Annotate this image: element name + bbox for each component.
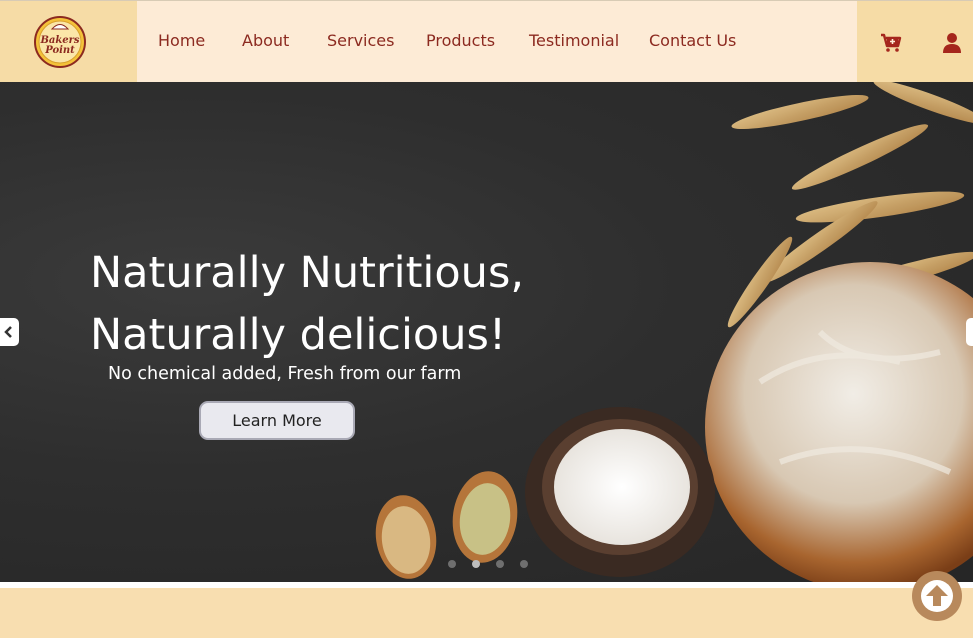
- nav-contact-us[interactable]: Contact Us: [649, 31, 736, 50]
- hero-title: Naturally Nutritious, Naturally deliciou…: [90, 242, 524, 366]
- nav-testimonial[interactable]: Testimonial: [529, 31, 619, 50]
- carousel-dot-2[interactable]: [472, 560, 480, 568]
- logo-text-line2: Point: [44, 45, 75, 56]
- carousel-dot-3[interactable]: [496, 560, 504, 568]
- hero-subtitle: No chemical added, Fresh from our farm: [108, 364, 462, 384]
- carousel-dot-1[interactable]: [448, 560, 456, 568]
- nav-services[interactable]: Services: [327, 31, 394, 50]
- nav-home[interactable]: Home: [158, 31, 205, 50]
- next-section: [0, 588, 973, 638]
- learn-more-button[interactable]: Learn More: [199, 401, 355, 440]
- hero-carousel: Naturally Nutritious, Naturally deliciou…: [0, 82, 973, 582]
- bakers-point-logo[interactable]: Bakers Point: [34, 16, 86, 68]
- logo-container: Bakers Point: [0, 1, 137, 82]
- carousel-prev-button[interactable]: [0, 318, 19, 346]
- site-header: Bakers Point Home About Services Product…: [0, 0, 973, 82]
- nav-products[interactable]: Products: [426, 31, 495, 50]
- scroll-to-top-button[interactable]: [912, 571, 962, 621]
- carousel-dot-4[interactable]: [520, 560, 528, 568]
- chevron-left-icon: [4, 326, 12, 338]
- hero-title-line1: Naturally Nutritious,: [90, 248, 525, 298]
- nav-about[interactable]: About: [242, 31, 289, 50]
- hero-title-line2: Naturally delicious!: [90, 310, 507, 360]
- cart-plus-icon[interactable]: [879, 31, 903, 55]
- header-actions: [857, 1, 973, 82]
- arrow-up-circle-icon: [921, 580, 953, 612]
- carousel-next-button[interactable]: [966, 318, 973, 346]
- main-nav: Home About Services Products Testimonial…: [137, 1, 857, 82]
- user-icon[interactable]: [940, 31, 964, 55]
